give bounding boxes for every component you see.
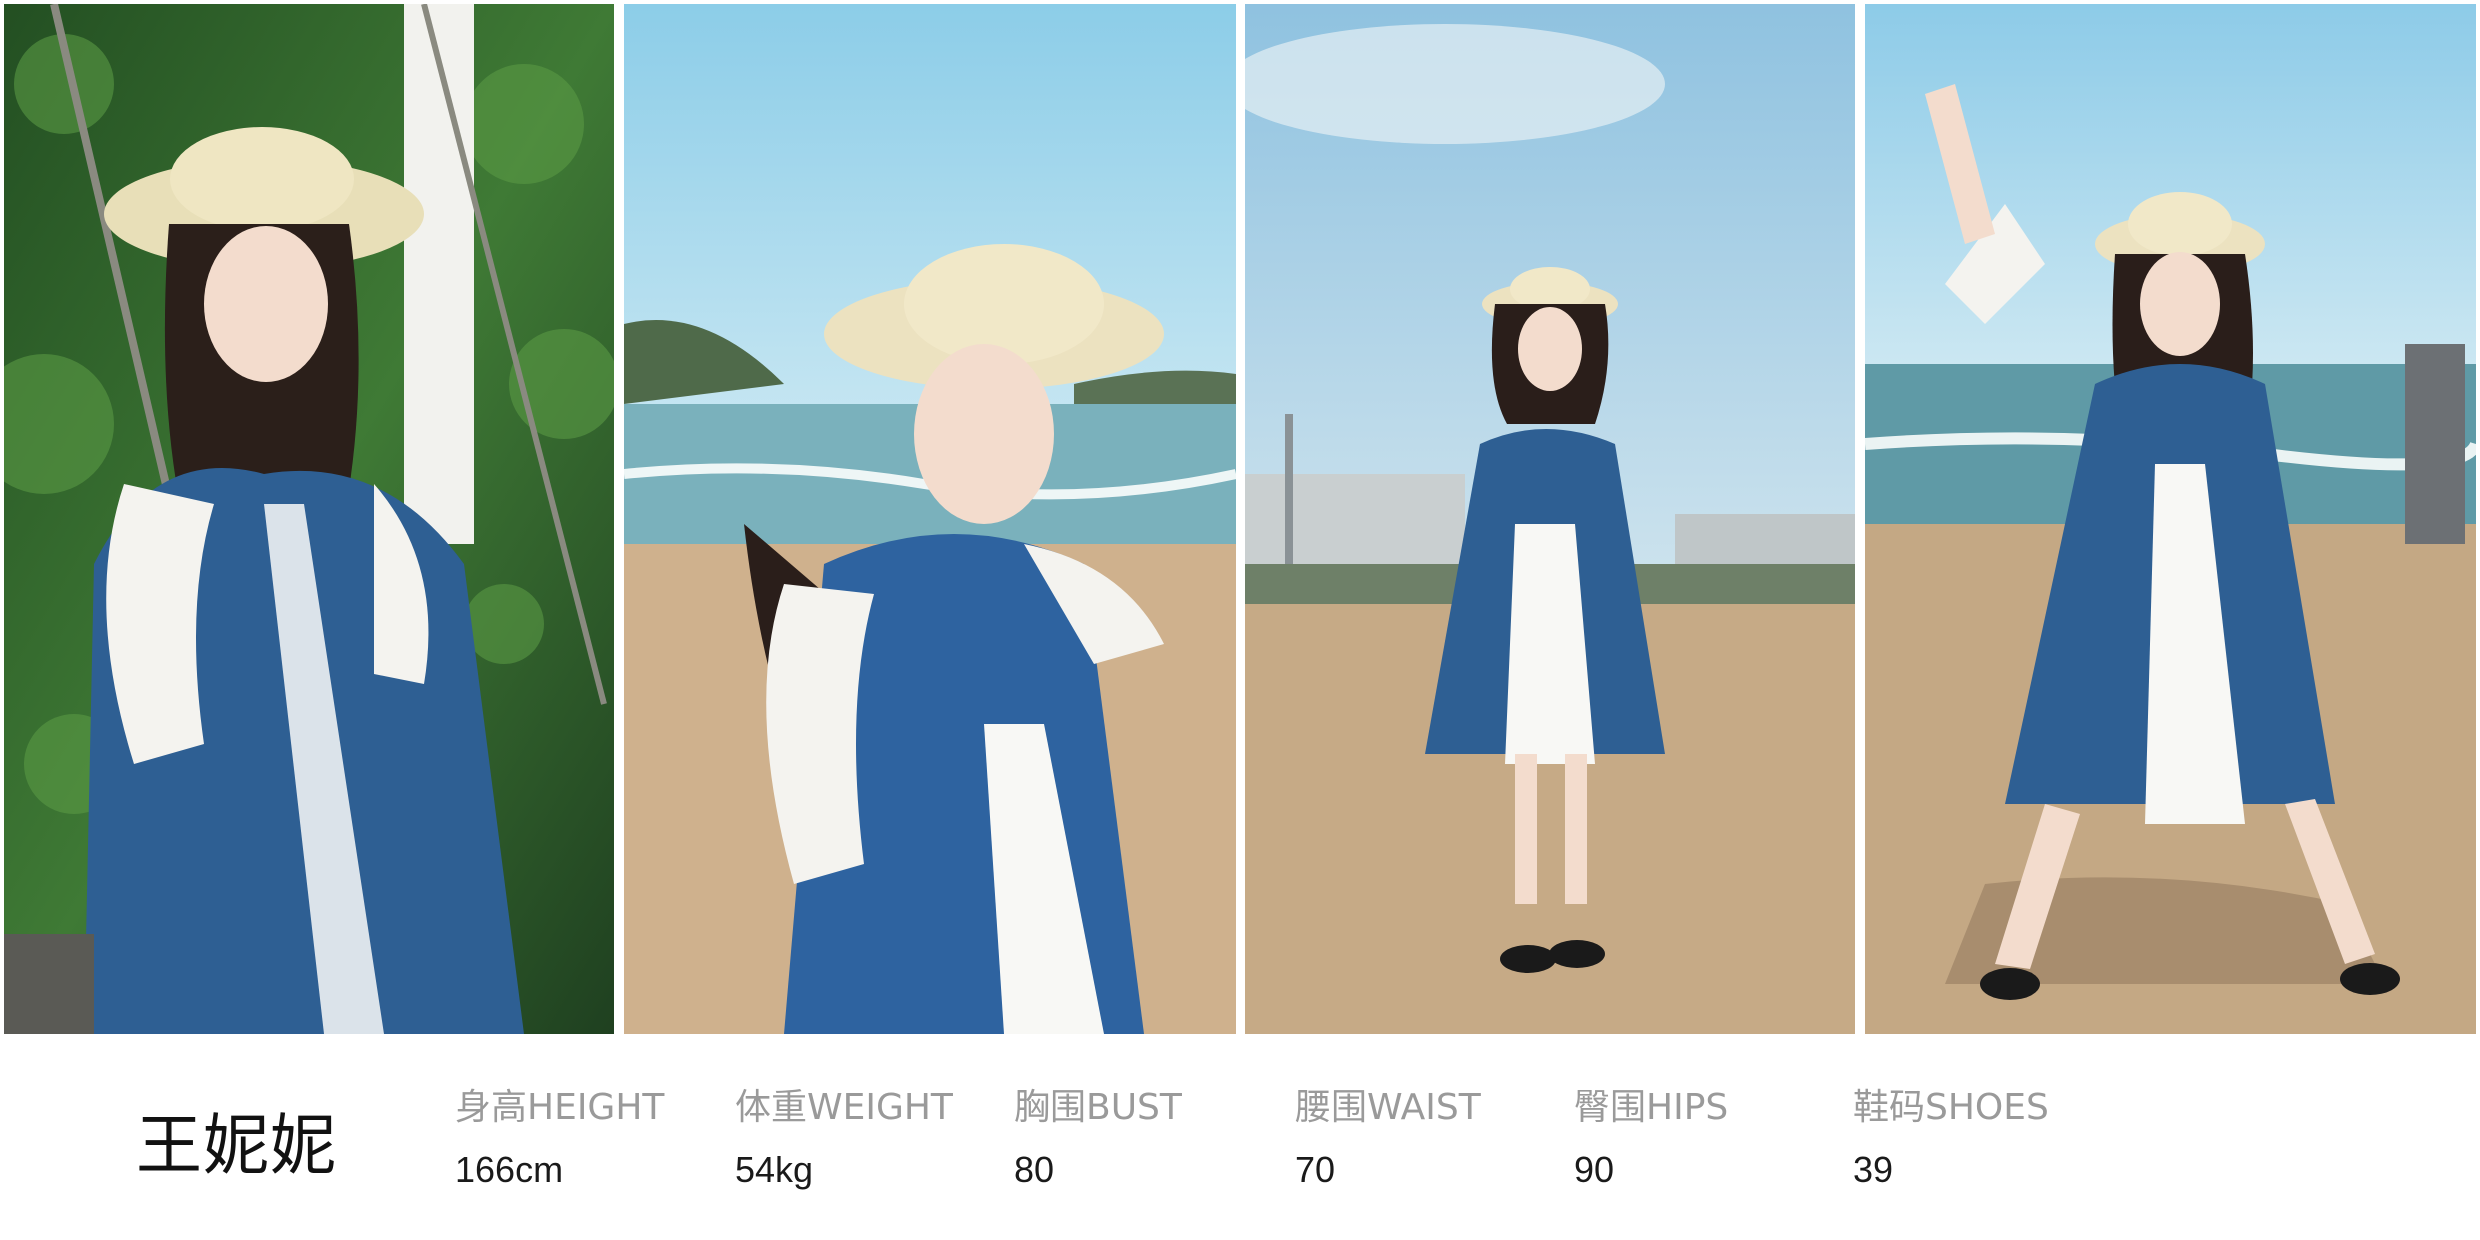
photo-beach-hat xyxy=(624,4,1236,1034)
photo-beach-pose xyxy=(1865,4,2476,1034)
stat-label: 臀围HIPS xyxy=(1574,1087,1729,1128)
photo-beach-hat-image xyxy=(624,4,1236,1034)
stat-label: 鞋码SHOES xyxy=(1853,1087,2049,1128)
photo-swing xyxy=(4,4,614,1034)
stat-label: 胸围BUST xyxy=(1014,1087,1182,1128)
photo-strip xyxy=(0,0,2480,1038)
photo-beach-pose-image xyxy=(1865,4,2476,1034)
stat-height: 身高HEIGHT 166cm xyxy=(455,1084,715,1194)
stat-shoes: 鞋码SHOES 39 xyxy=(1853,1084,2113,1194)
stat-label: 腰围WAIST xyxy=(1295,1087,1481,1128)
stat-value: 80 xyxy=(1014,1149,1055,1190)
stat-waist: 腰围WAIST 70 xyxy=(1295,1084,1555,1194)
stat-label: 体重WEIGHT xyxy=(735,1087,953,1128)
stat-value: 90 xyxy=(1574,1149,1615,1190)
stat-value: 70 xyxy=(1295,1149,1336,1190)
photo-beach-full-image xyxy=(1245,4,1855,1034)
stat-hips: 臀围HIPS 90 xyxy=(1574,1084,1834,1194)
photo-beach-full xyxy=(1245,4,1855,1034)
photo-swing-image xyxy=(4,4,614,1034)
stat-value: 54kg xyxy=(735,1149,814,1190)
stat-value: 166cm xyxy=(455,1149,564,1190)
stat-label: 身高HEIGHT xyxy=(455,1087,665,1128)
stat-value: 39 xyxy=(1853,1149,1894,1190)
stat-bust: 胸围BUST 80 xyxy=(1014,1084,1274,1194)
model-name: 王妮妮 xyxy=(136,1107,337,1184)
stat-weight: 体重WEIGHT 54kg xyxy=(735,1084,995,1194)
